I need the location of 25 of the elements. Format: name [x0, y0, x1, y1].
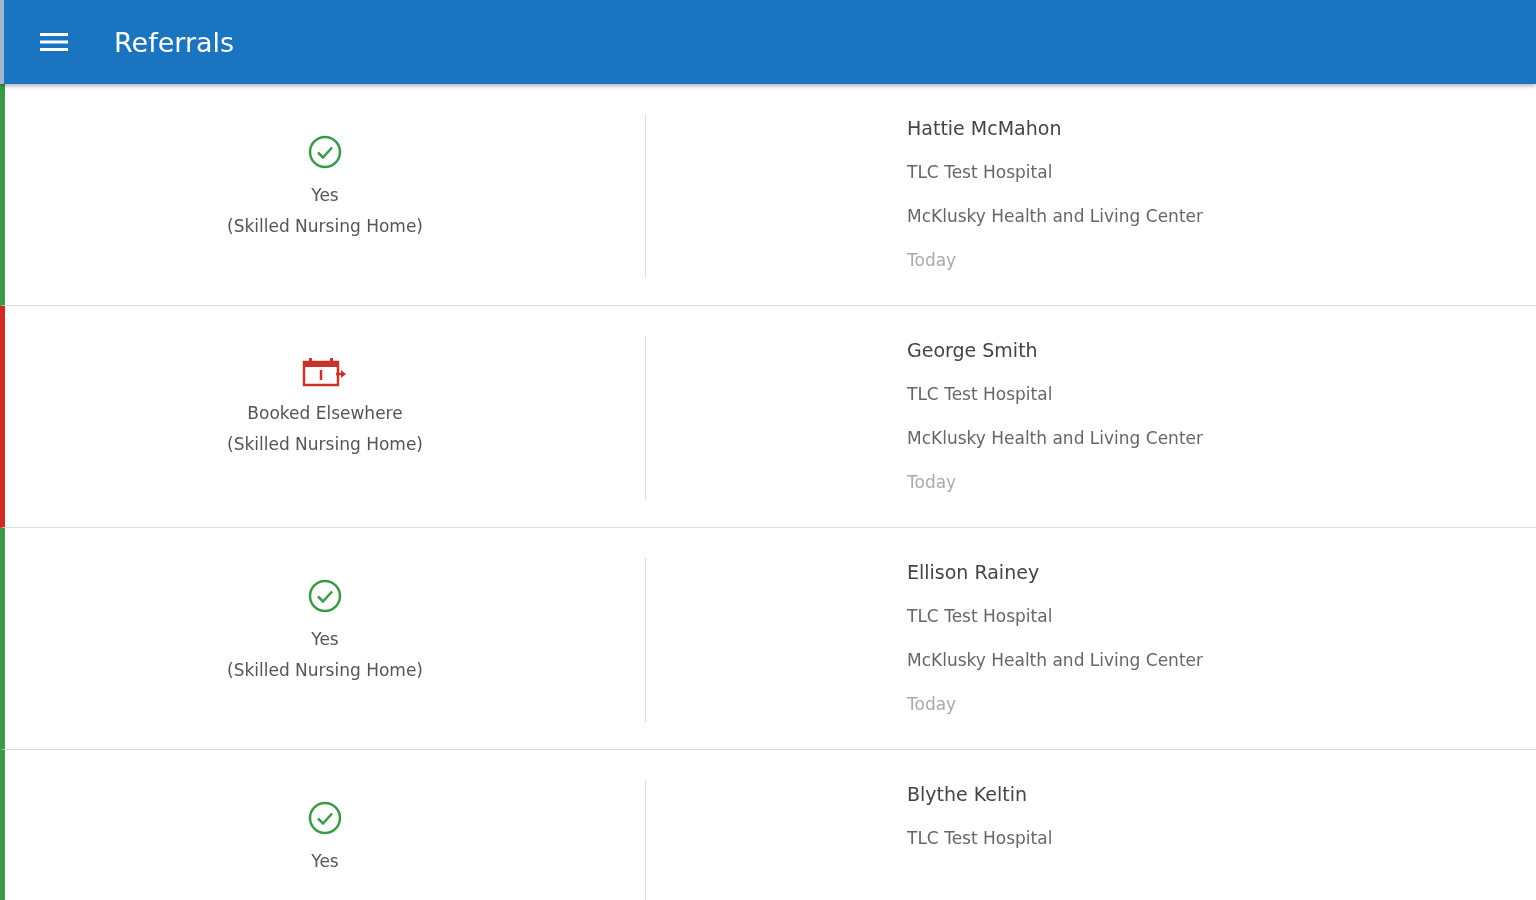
- facility-name: McKlusky Health and Living Center: [907, 649, 1203, 672]
- status-label: Yes: [311, 628, 339, 651]
- referral-date: Today: [907, 693, 958, 716]
- referral-card[interactable]: Yes (Skilled Nursing Home) Ellison Rainey TLC Test Hospital McKlusky Health and Living Center Today: [0, 528, 1536, 750]
- status-label: Yes: [311, 850, 339, 873]
- patient-name: Blythe Keltin: [907, 782, 1029, 807]
- hospital-name: TLC Test Hospital: [907, 827, 1053, 850]
- facility-type: (Skilled Nursing Home): [227, 215, 423, 238]
- referral-date: Today: [907, 471, 958, 494]
- facility-type: (Skilled Nursing Home): [227, 433, 423, 456]
- facility-name: McKlusky Health and Living Center: [907, 205, 1203, 228]
- referral-card[interactable]: Booked Elsewhere (Skilled Nursing Home) George Smith TLC Test Hospital McKlusky Health and Living Center Today: [0, 306, 1536, 528]
- facility-name: McKlusky Health and Living Center: [907, 427, 1203, 450]
- patient-name: George Smith: [907, 338, 1039, 363]
- hospital-name: TLC Test Hospital: [907, 383, 1054, 406]
- referral-card[interactable]: Yes (Skilled Nursing Home) Hattie McMahon TLC Test Hospital McKlusky Health and Living Center Today: [0, 84, 1536, 306]
- hospital-name: TLC Test Hospital: [907, 161, 1054, 184]
- referral-date: Today: [907, 249, 958, 272]
- status-label: Yes: [311, 184, 339, 207]
- patient-name: Ellison Rainey: [907, 560, 1041, 585]
- facility-type: (Skilled Nursing Home): [227, 659, 423, 682]
- hospital-name: TLC Test Hospital: [907, 605, 1054, 628]
- patient-name: Hattie McMahon: [907, 116, 1063, 141]
- status-label: Booked Elsewhere: [247, 402, 403, 425]
- page-title: Referrals: [114, 26, 235, 58]
